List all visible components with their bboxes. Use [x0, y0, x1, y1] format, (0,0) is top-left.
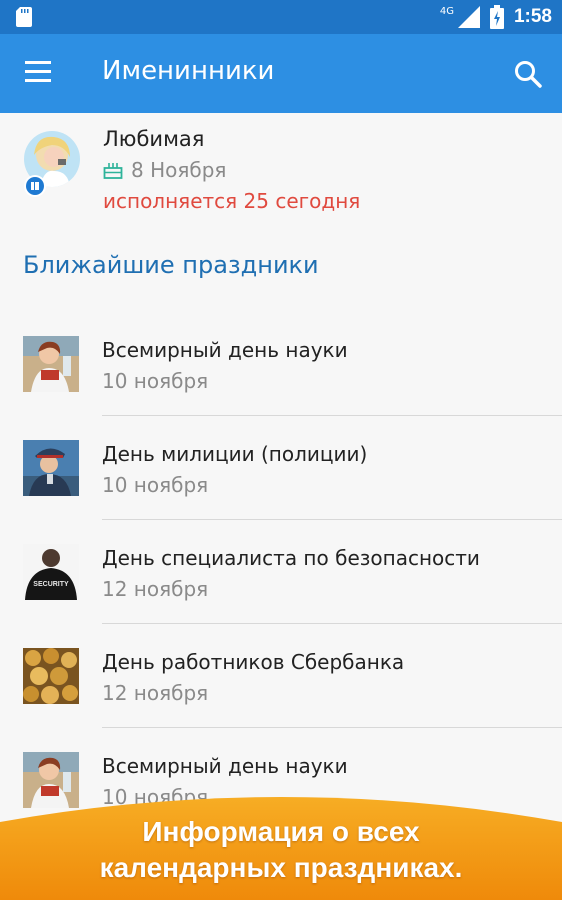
clock: 1:58 — [513, 6, 552, 27]
promo-line-1: Информация о всех — [142, 816, 420, 847]
scientist-thumbnail — [23, 336, 79, 392]
birthday-date: 8 Ноября — [131, 158, 227, 182]
holiday-date: 12 ноября — [102, 577, 209, 601]
list-item[interactable]: День милиции (полиции) 10 ноября — [0, 424, 562, 528]
contact-name: Любимая — [103, 127, 205, 151]
network-type-label: 4G — [439, 5, 454, 17]
page-title: Именинники — [102, 56, 275, 86]
promo-text: Информация о всех календарных праздниках… — [0, 814, 562, 886]
holiday-date: 12 ноября — [102, 681, 209, 705]
divider — [102, 519, 562, 520]
birthday-date-row: 8 Ноября — [103, 158, 226, 182]
promo-line-2: календарных праздниках. — [99, 852, 463, 883]
holiday-date: 10 ноября — [102, 369, 209, 393]
divider — [102, 727, 562, 728]
status-bar: 4G 1:58 — [0, 0, 562, 34]
holiday-date: 10 ноября — [102, 473, 209, 497]
holiday-title: День специалиста по безопасности — [102, 546, 480, 570]
promo-banner: Информация о всех календарных праздниках… — [0, 784, 562, 900]
police-thumbnail — [23, 440, 79, 496]
book-icon — [31, 182, 39, 190]
holiday-list: Всемирный день науки 10 ноября День мили… — [0, 320, 562, 840]
coins-thumbnail — [23, 648, 79, 704]
list-item[interactable]: SECURITY День специалиста по безопасност… — [0, 528, 562, 632]
birthday-entry[interactable]: Любимая 8 Ноября исполняется 25 сегодня — [0, 113, 562, 223]
signal-icon — [457, 6, 480, 28]
divider — [102, 623, 562, 624]
list-item[interactable]: День работников Сбербанка 12 ноября — [0, 632, 562, 736]
holiday-title: Всемирный день науки — [102, 754, 348, 778]
section-title: Ближайшие праздники — [23, 251, 319, 279]
divider — [102, 415, 562, 416]
sd-card-icon — [16, 7, 32, 27]
holiday-title: Всемирный день науки — [102, 338, 348, 362]
search-icon[interactable] — [512, 58, 544, 90]
contact-source-badge — [24, 175, 46, 197]
security-thumbnail: SECURITY — [23, 544, 79, 600]
holiday-title: День милиции (полиции) — [102, 442, 368, 466]
cake-icon — [103, 163, 123, 179]
security-patch-text: SECURITY — [33, 581, 69, 588]
battery-icon — [489, 5, 504, 29]
hamburger-menu-icon[interactable] — [23, 61, 53, 85]
holiday-title: День работников Сбербанка — [102, 650, 405, 674]
app-bar: Именинники — [0, 34, 562, 113]
age-status: исполняется 25 сегодня — [103, 189, 361, 213]
list-item[interactable]: Всемирный день науки 10 ноября — [0, 320, 562, 424]
